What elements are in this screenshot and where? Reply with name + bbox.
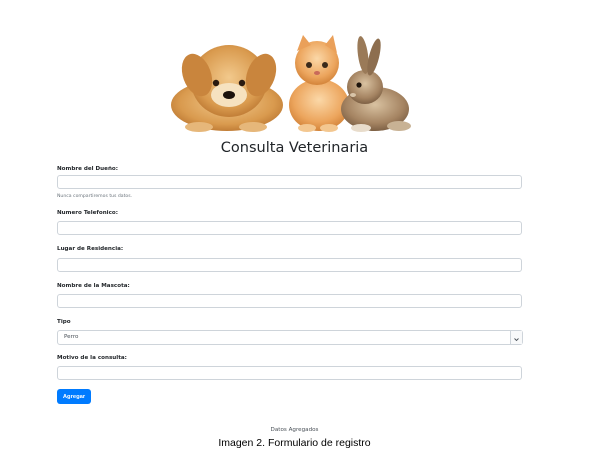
pet-type-label: Tipo bbox=[57, 319, 71, 325]
owner-name-label: Nombre del Dueño: bbox=[57, 166, 119, 172]
owner-name-input[interactable] bbox=[57, 175, 522, 189]
pet-name-input[interactable] bbox=[57, 294, 522, 308]
pet-type-selected-value: Perro bbox=[64, 334, 79, 340]
phone-input[interactable] bbox=[57, 221, 522, 235]
add-button[interactable]: Agregar bbox=[57, 389, 91, 404]
chevron-down-icon bbox=[514, 338, 519, 342]
residence-input[interactable] bbox=[57, 258, 522, 272]
residence-label: Lugar de Residencia: bbox=[57, 246, 124, 252]
dropdown-arrow[interactable] bbox=[510, 331, 522, 344]
puppy-figure bbox=[171, 45, 283, 132]
pets-banner-image bbox=[171, 35, 411, 132]
pet-type-select[interactable]: Perro bbox=[57, 330, 523, 345]
page-title: Consulta Veterinaria bbox=[220, 140, 369, 156]
data-added-text: Datos Agregados bbox=[270, 427, 319, 433]
consultation-reason-label: Motivo de la consulta: bbox=[57, 355, 127, 361]
figure-caption: Imagen 2. Formulario de registro bbox=[218, 437, 371, 449]
kitten-figure bbox=[289, 35, 349, 132]
privacy-help-text: Nunca compartiremos tus datos. bbox=[57, 194, 133, 199]
phone-label: Numero Telefonico: bbox=[57, 210, 118, 216]
pet-name-label: Nombre de la Mascota: bbox=[57, 283, 130, 289]
bunny-figure bbox=[341, 36, 411, 132]
consultation-reason-input[interactable] bbox=[57, 366, 522, 380]
